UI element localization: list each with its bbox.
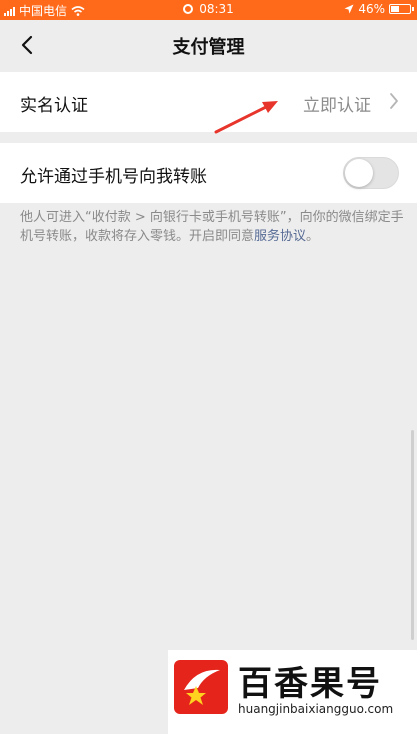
note-end: 。 xyxy=(306,229,320,244)
real-name-label: 实名认证 xyxy=(20,96,88,116)
scrollbar[interactable] xyxy=(411,430,414,640)
phone-transfer-label: 允许通过手机号向我转账 xyxy=(20,167,207,187)
screen-record-icon xyxy=(183,4,194,14)
service-agreement-link[interactable]: 服务协议 xyxy=(254,229,306,244)
phone-transfer-row: 允许通过手机号向我转账 xyxy=(0,143,417,203)
status-right: 46% xyxy=(344,2,414,16)
watermark-logo xyxy=(174,660,228,714)
real-name-verification-row[interactable]: 实名认证 立即认证 xyxy=(0,72,417,132)
phone-transfer-toggle[interactable] xyxy=(343,157,399,189)
page-title: 支付管理 xyxy=(172,37,245,58)
transfer-note: 他人可进入“收付款 > 向银行卡或手机号转账”，向你的微信绑定手机号转账，收款将… xyxy=(20,208,404,246)
verify-now-value: 立即认证 xyxy=(303,96,371,116)
nav-bar: 支付管理 xyxy=(0,20,417,70)
note-text: 他人可进入“收付款 > 向银行卡或手机号转账”，向你的微信绑定手机号转账，收款将… xyxy=(20,210,404,244)
star-logo-icon xyxy=(184,669,220,705)
status-time: 08:31 xyxy=(199,2,234,16)
battery-fill xyxy=(391,6,399,12)
watermark-title: 百香果号 xyxy=(238,664,382,704)
toggle-knob xyxy=(345,159,373,187)
battery-percent: 46% xyxy=(358,2,385,16)
watermark-url: huangjinbaixiangguo.com xyxy=(238,702,394,716)
annotation-arrow xyxy=(214,101,278,134)
battery-icon xyxy=(389,4,414,14)
status-bar: 中国电信 08:31 46% xyxy=(0,0,417,20)
location-icon xyxy=(344,4,354,14)
chevron-right-icon xyxy=(390,93,398,109)
watermark: 百香果号 huangjinbaixiangguo.com xyxy=(168,650,417,734)
